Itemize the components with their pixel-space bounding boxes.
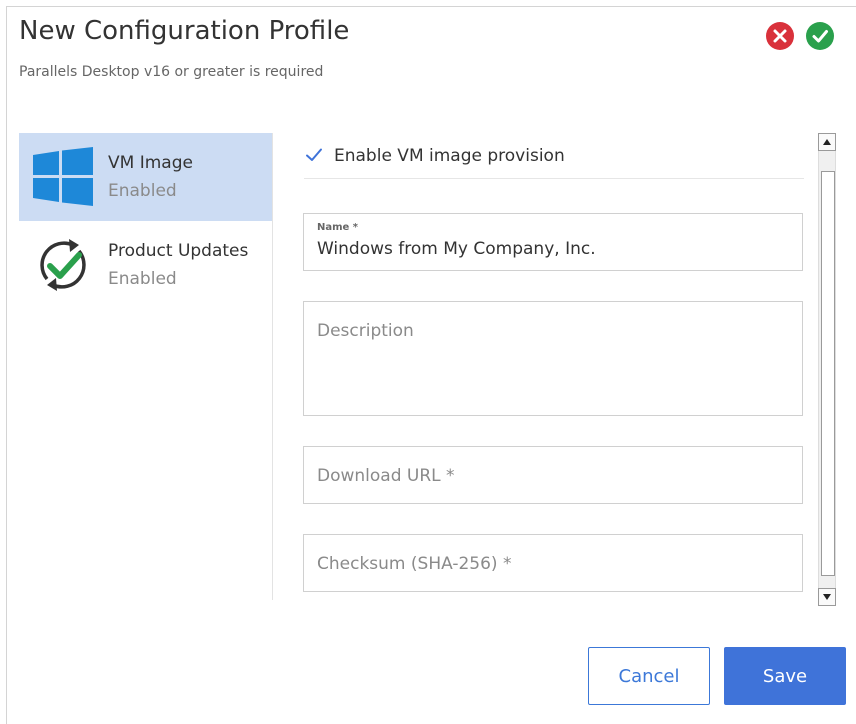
windows-logo-icon — [33, 147, 93, 206]
close-button[interactable] — [766, 22, 794, 50]
check-icon — [812, 30, 828, 43]
sidebar: VM Image Enabled Product Updates Enabled — [19, 133, 273, 600]
update-check-icon — [40, 239, 86, 291]
close-icon — [773, 29, 787, 43]
scroll-track[interactable] — [818, 151, 836, 588]
scroll-up-button[interactable] — [818, 133, 836, 151]
sidebar-item-label: VM Image — [108, 153, 193, 173]
scroll-down-button[interactable] — [818, 588, 836, 606]
dialog-subtitle: Parallels Desktop v16 or greater is requ… — [19, 64, 324, 80]
save-button[interactable]: Save — [724, 647, 846, 705]
name-field-label: Name * — [317, 222, 359, 233]
checksum-field[interactable]: Checksum (SHA-256) * — [303, 534, 803, 592]
name-field-value: Windows from My Company, Inc. — [317, 239, 596, 259]
download-url-placeholder: Download URL * — [317, 466, 455, 486]
sidebar-item-product-updates[interactable]: Product Updates Enabled — [19, 221, 272, 309]
cancel-button[interactable]: Cancel — [588, 647, 710, 705]
description-placeholder: Description — [317, 321, 414, 341]
sidebar-item-status: Enabled — [108, 181, 177, 201]
dialog-title: New Configuration Profile — [19, 16, 350, 46]
confirm-button[interactable] — [806, 22, 834, 50]
form-panel: Enable VM image provision Name * Windows… — [282, 133, 812, 600]
name-field[interactable]: Name * Windows from My Company, Inc. — [303, 213, 803, 271]
arrow-down-icon — [823, 594, 831, 600]
checksum-placeholder: Checksum (SHA-256) * — [317, 554, 512, 574]
scroll-thumb[interactable] — [821, 171, 835, 576]
sidebar-item-label: Product Updates — [108, 241, 249, 261]
arrow-up-icon — [823, 139, 831, 145]
enable-provision-label[interactable]: Enable VM image provision — [334, 146, 565, 166]
enable-provision-row: Enable VM image provision — [304, 143, 804, 179]
enable-provision-checkbox[interactable] — [304, 145, 324, 165]
sidebar-item-status: Enabled — [108, 269, 177, 289]
form-scrollbar[interactable] — [818, 133, 836, 606]
sidebar-item-vm-image[interactable]: VM Image Enabled — [19, 133, 272, 221]
description-field[interactable]: Description — [303, 301, 803, 416]
download-url-field[interactable]: Download URL * — [303, 446, 803, 504]
